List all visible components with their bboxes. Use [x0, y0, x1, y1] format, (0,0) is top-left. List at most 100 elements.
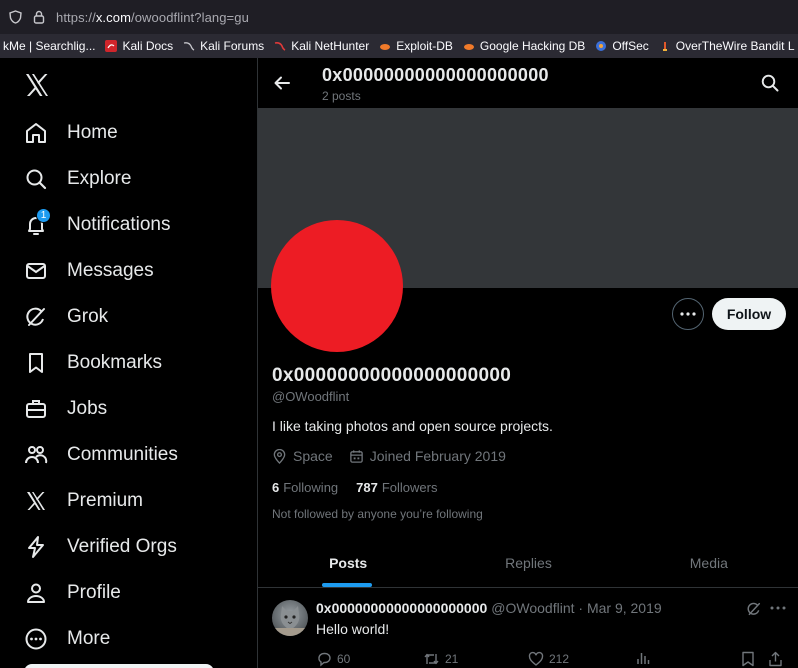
- repost-button[interactable]: 21: [423, 651, 458, 667]
- profile-header-bar: 0x00000000000000000000 2 posts: [258, 58, 798, 108]
- sidebar-item-notifications[interactable]: 1 Notifications: [24, 208, 171, 240]
- like-button[interactable]: 212: [528, 651, 569, 667]
- share-icon: [769, 651, 782, 667]
- page-title: 0x00000000000000000000: [322, 65, 549, 85]
- x-logo-icon[interactable]: [24, 72, 50, 98]
- location-item: Space: [272, 448, 333, 464]
- sidebar-item-home[interactable]: Home: [24, 118, 118, 148]
- cat-avatar-image: [272, 606, 308, 636]
- sidebar-item-messages[interactable]: Messages: [24, 256, 154, 286]
- sidebar-item-explore[interactable]: Explore: [24, 164, 131, 194]
- sidebar-item-communities[interactable]: Communities: [24, 440, 178, 470]
- more-circle-icon: [24, 627, 48, 651]
- profile-location: Space: [293, 448, 333, 464]
- reply-button[interactable]: 60: [316, 651, 350, 667]
- bookmark-label: Kali NetHunter: [291, 39, 370, 53]
- bookmark-offsec[interactable]: OffSec: [595, 39, 649, 53]
- post-button[interactable]: [24, 664, 214, 668]
- profile-name: 0x00000000000000000000: [272, 365, 512, 386]
- views-button[interactable]: [636, 651, 655, 665]
- tweet-header: 0x00000000000000000000 @OWoodflint · Mar …: [316, 600, 662, 616]
- people-icon: [24, 443, 48, 467]
- followers-link[interactable]: 787 Followers: [356, 480, 437, 495]
- heart-icon: [528, 651, 544, 666]
- sidebar-item-jobs[interactable]: Jobs: [24, 394, 107, 424]
- main-column: 0x00000000000000000000 2 posts Follow 0x…: [257, 58, 798, 668]
- location-pin-icon: [273, 448, 286, 464]
- tweet-avatar[interactable]: [272, 600, 308, 636]
- bookmark-icon: [24, 351, 48, 375]
- url-scheme: https://: [56, 9, 96, 25]
- tweet-author-name[interactable]: 0x00000000000000000000: [316, 600, 487, 616]
- sidebar-item-grok[interactable]: Grok: [24, 302, 108, 332]
- ellipsis-icon: [680, 312, 696, 316]
- followers-count: 787: [356, 480, 378, 495]
- profile-meta: Space Joined February 2019: [272, 448, 522, 464]
- url-path: /owoodflint?lang=gu: [131, 9, 249, 25]
- tab-replies[interactable]: Replies: [438, 538, 618, 587]
- bookmark-label: Kali Docs: [122, 39, 174, 53]
- browser-url-bar[interactable]: https://x.com/owoodflint?lang=gu: [0, 0, 798, 34]
- sidebar-item-premium[interactable]: Premium: [24, 486, 143, 516]
- url-text[interactable]: https://x.com/owoodflint?lang=gu: [56, 10, 249, 25]
- bookmark-kali-nethunter[interactable]: Kali NetHunter: [274, 39, 369, 53]
- bookmark-searchlight[interactable]: kMe | Searchlig...: [3, 39, 95, 53]
- person-icon: [24, 581, 48, 605]
- profile-joined: Joined February 2019: [369, 448, 506, 464]
- repost-icon: [424, 653, 439, 665]
- exploitdb-icon: [463, 40, 475, 52]
- grok-icon[interactable]: [746, 601, 762, 617]
- offsec-icon: [595, 40, 607, 52]
- shield-icon[interactable]: [8, 10, 22, 24]
- sidebar: Home Explore 1 Notifications Messages Gr…: [0, 58, 257, 668]
- sidebar-item-label: Communities: [67, 444, 178, 465]
- profile-stats: 6 Following 787 Followers: [272, 480, 455, 495]
- sidebar-item-bookmarks[interactable]: Bookmarks: [24, 348, 162, 378]
- follow-button[interactable]: Follow: [712, 298, 786, 330]
- back-arrow-icon[interactable]: [272, 73, 292, 93]
- bookmark-label: Exploit-DB: [396, 39, 453, 53]
- following-label: Following: [283, 480, 339, 495]
- share-button[interactable]: [768, 651, 788, 667]
- sidebar-item-more[interactable]: More: [24, 624, 110, 654]
- joined-item: Joined February 2019: [349, 448, 506, 464]
- tab-media[interactable]: Media: [619, 538, 798, 587]
- views-chart-icon: [637, 653, 650, 664]
- grok-icon: [24, 305, 48, 329]
- tweet-more-icon[interactable]: [770, 597, 786, 615]
- nethunter-icon: [274, 40, 286, 52]
- bookmark-icon: [742, 651, 754, 667]
- bookmark-overthewire[interactable]: OverTheWire Bandit L: [659, 39, 795, 53]
- bookmark-google-hacking-db[interactable]: Google Hacking DB: [463, 39, 585, 53]
- tweet[interactable]: 0x00000000000000000000 @OWoodflint · Mar …: [258, 589, 798, 668]
- sidebar-item-profile[interactable]: Profile: [24, 578, 121, 608]
- tab-posts[interactable]: Posts: [258, 538, 438, 587]
- tweet-actions: 60 21 212: [316, 651, 786, 668]
- more-options-button[interactable]: [672, 298, 704, 330]
- sidebar-item-verified-orgs[interactable]: Verified Orgs: [24, 532, 177, 562]
- sidebar-item-label: Verified Orgs: [67, 536, 177, 557]
- bookmark-exploit-db[interactable]: Exploit-DB: [379, 39, 453, 53]
- bookmark-kali-docs[interactable]: Kali Docs: [105, 39, 173, 53]
- url-domain: x.com: [95, 9, 131, 25]
- tweet-meta[interactable]: @OWoodflint · Mar 9, 2019: [491, 600, 661, 616]
- bookmark-kali-forums[interactable]: Kali Forums: [183, 39, 264, 53]
- calendar-icon: [349, 449, 363, 463]
- sidebar-item-label: Explore: [67, 168, 132, 189]
- repost-count: 21: [445, 652, 459, 666]
- reply-count: 60: [337, 652, 351, 666]
- following-count: 6: [272, 480, 280, 495]
- sidebar-item-label: More: [67, 628, 111, 649]
- sidebar-item-label: Premium: [67, 490, 144, 511]
- sidebar-item-label: Profile: [67, 582, 121, 603]
- bookmark-tweet-button[interactable]: [741, 651, 760, 667]
- search-icon[interactable]: [760, 73, 780, 93]
- profile-avatar[interactable]: [271, 220, 403, 352]
- bookmark-label: Google Hacking DB: [479, 39, 586, 53]
- sidebar-item-label: Grok: [67, 306, 109, 327]
- home-icon: [24, 121, 48, 145]
- bookmarks-toolbar: kMe | Searchlig... Kali Docs Kali Forums…: [0, 34, 798, 58]
- profile-bio: I like taking photos and open source pro…: [272, 418, 553, 434]
- following-link[interactable]: 6 Following: [272, 480, 338, 495]
- bell-icon: 1: [24, 208, 51, 237]
